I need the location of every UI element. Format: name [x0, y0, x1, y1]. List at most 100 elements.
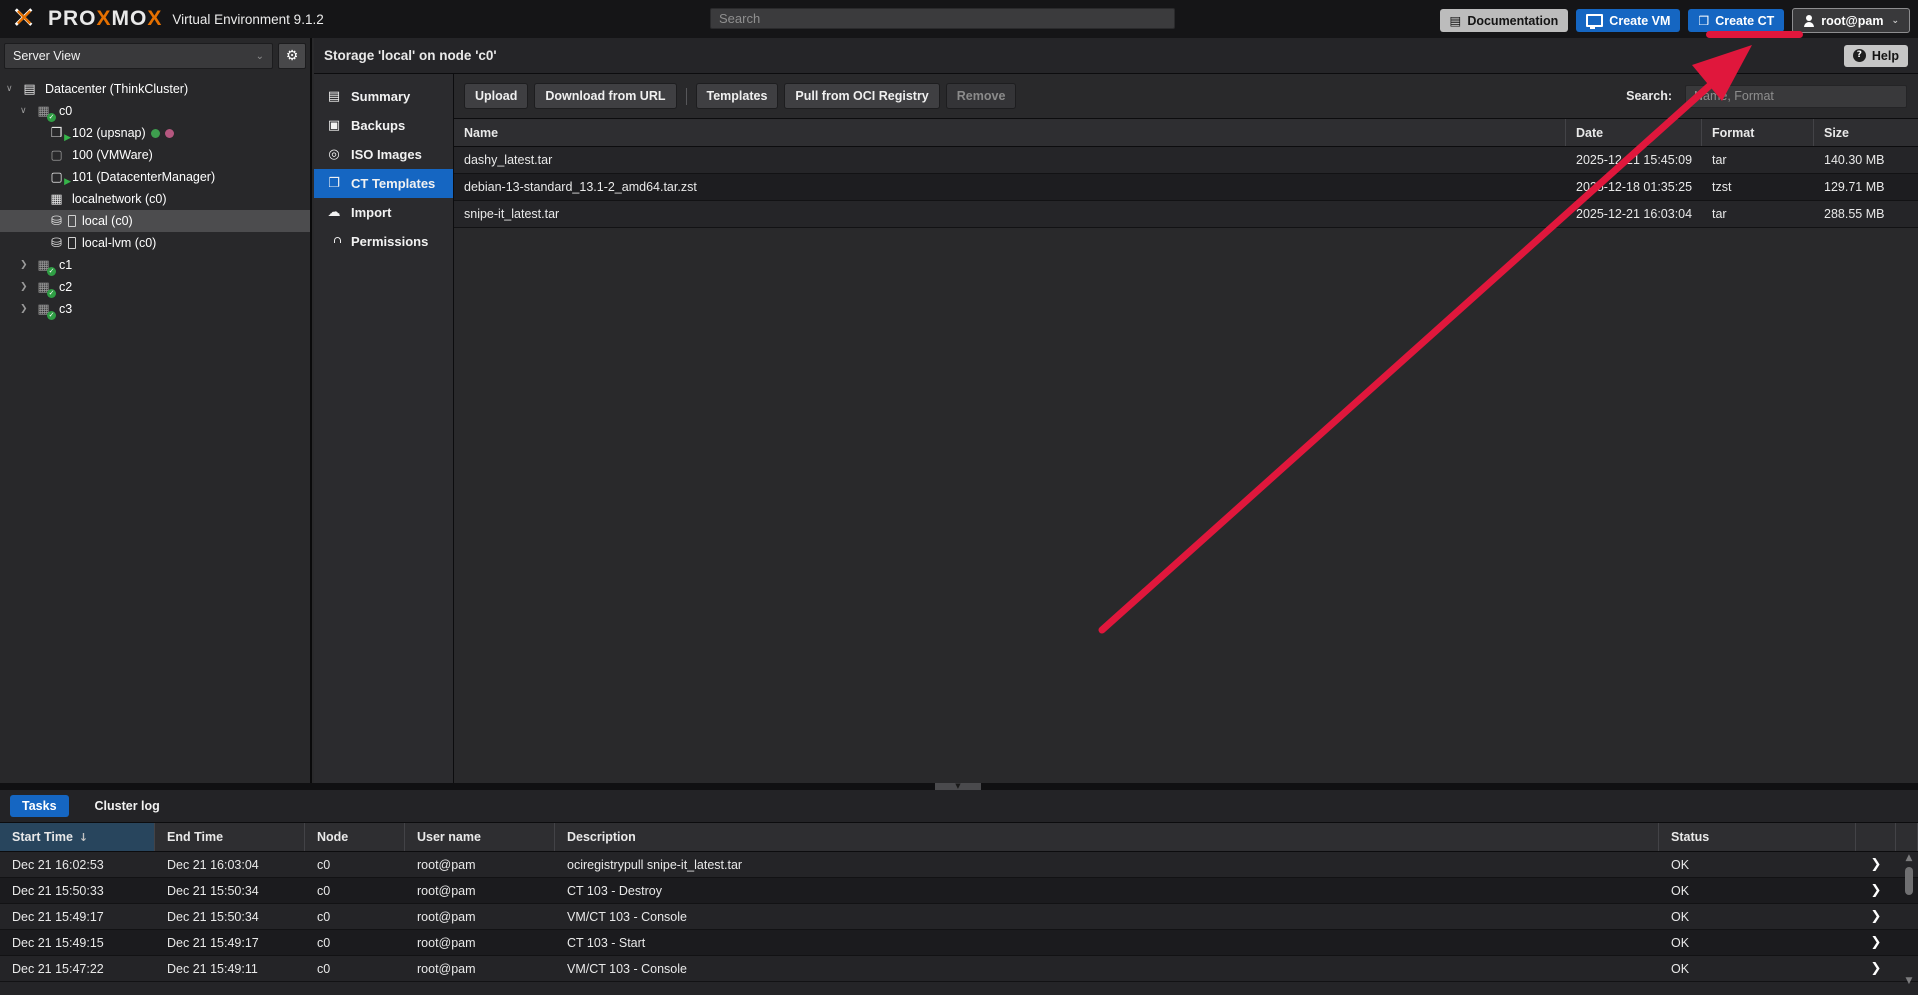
- help-button[interactable]: ? Help: [1844, 45, 1908, 67]
- column-header-format[interactable]: Format: [1702, 119, 1814, 146]
- cube-icon: ❒: [1698, 15, 1709, 27]
- view-selector[interactable]: Server View ⌄: [4, 43, 273, 69]
- running-icon: ▶: [64, 178, 71, 187]
- tree-item-vm-101[interactable]: ▢▶ 101 (DatacenterManager): [0, 166, 310, 188]
- documentation-button[interactable]: ▤ Documentation: [1440, 9, 1569, 32]
- tasks-panel: Tasks Cluster log Start Time ↓ End Time …: [0, 790, 1918, 995]
- menu-item-iso-images[interactable]: ◎ ISO Images: [314, 140, 453, 169]
- column-header-node[interactable]: Node: [305, 823, 405, 851]
- expand-icon[interactable]: ❯: [20, 260, 35, 270]
- content-panel: Storage 'local' on node 'c0' ? Help ▤ Su…: [314, 38, 1918, 783]
- table-row[interactable]: debian-13-standard_13.1-2_amd64.tar.zst …: [454, 174, 1918, 201]
- column-header-size[interactable]: Size: [1814, 119, 1918, 146]
- tasks-tabs: Tasks Cluster log: [0, 790, 1918, 823]
- status-ok-icon: ✓: [47, 113, 56, 122]
- expand-icon[interactable]: ❯: [20, 304, 35, 314]
- sidebar-header: Server View ⌄ ⚙: [0, 38, 310, 74]
- column-header-start-time[interactable]: Start Time ↓: [0, 823, 155, 851]
- collapse-icon[interactable]: ∨: [6, 84, 21, 94]
- status-ok-icon: ✓: [47, 267, 56, 276]
- scrollbar-thumb[interactable]: [1905, 867, 1913, 895]
- page-title: Storage 'local' on node 'c0': [324, 48, 497, 63]
- column-header-name[interactable]: Name: [454, 119, 1566, 146]
- proxmox-logo-icon: ✕ ✕: [10, 4, 44, 34]
- menu-item-import[interactable]: ☁ Import: [314, 198, 453, 227]
- menu-item-ct-templates[interactable]: ❐ CT Templates: [314, 169, 453, 198]
- column-header-end-time[interactable]: End Time: [155, 823, 305, 851]
- remove-button[interactable]: Remove: [946, 83, 1017, 109]
- vm-icon: ▢: [50, 148, 62, 163]
- task-row[interactable]: Dec 21 15:49:15 Dec 21 15:49:17 c0 root@…: [0, 930, 1918, 956]
- datacenter-icon: ▤: [23, 82, 35, 97]
- column-header-date[interactable]: Date: [1566, 119, 1702, 146]
- storage-icon: ⛁: [51, 214, 62, 229]
- table-row[interactable]: snipe-it_latest.tar 2025-12-21 16:03:04 …: [454, 201, 1918, 228]
- book-icon: ▤: [1450, 13, 1462, 28]
- topbar-actions: ▤ Documentation Create VM ❒ Create CT ro…: [1440, 8, 1911, 33]
- row-expand-chevron-icon[interactable]: ❯: [1856, 909, 1896, 924]
- tree-item-localnetwork[interactable]: ▦ localnetwork (c0): [0, 188, 310, 210]
- tree-item-vm-100[interactable]: ▢ 100 (VMWare): [0, 144, 310, 166]
- tasks-scrollbar[interactable]: ▲ ▼: [1902, 852, 1916, 987]
- status-value: OK: [1659, 962, 1856, 976]
- user-menu-button[interactable]: root@pam ⌄: [1792, 8, 1910, 33]
- pull-from-oci-registry-button[interactable]: Pull from OCI Registry: [784, 83, 939, 109]
- column-header-user-name[interactable]: User name: [405, 823, 555, 851]
- sort-desc-icon: ↓: [79, 831, 88, 844]
- network-icon: ▦: [50, 192, 62, 207]
- container-icon: ❒: [51, 126, 63, 141]
- status-ok-icon: ✓: [47, 289, 56, 298]
- chevron-down-icon: ⌄: [1891, 16, 1899, 26]
- upload-button[interactable]: Upload: [464, 83, 528, 109]
- task-row[interactable]: Dec 21 16:02:53 Dec 21 16:03:04 c0 root@…: [0, 852, 1918, 878]
- tree-item-node-c0[interactable]: ∨ ▦✓ c0: [0, 100, 310, 122]
- expand-icon[interactable]: ❯: [20, 282, 35, 292]
- task-row[interactable]: Dec 21 15:50:33 Dec 21 15:50:34 c0 root@…: [0, 878, 1918, 904]
- tag-dot-pink: [165, 129, 174, 138]
- tree-item-node-c3[interactable]: ❯ ▦✓ c3: [0, 298, 310, 320]
- global-search-input[interactable]: [710, 8, 1175, 29]
- tasks-table-header: Start Time ↓ End Time Node User name Des…: [0, 823, 1918, 852]
- column-header-description[interactable]: Description: [555, 823, 1659, 851]
- status-ok-icon: ✓: [47, 311, 56, 320]
- menu-item-permissions[interactable]: Permissions: [314, 227, 453, 256]
- templates-button[interactable]: Templates: [696, 83, 779, 109]
- template-filter-input[interactable]: [1685, 85, 1907, 108]
- tree-item-ct-102[interactable]: ❒▶ 102 (upsnap): [0, 122, 310, 144]
- collapse-icon[interactable]: ∨: [20, 106, 35, 116]
- row-expand-chevron-icon[interactable]: ❯: [1856, 857, 1896, 872]
- splitter-handle[interactable]: ▼: [935, 783, 981, 790]
- row-expand-chevron-icon[interactable]: ❯: [1856, 883, 1896, 898]
- status-value: OK: [1659, 936, 1856, 950]
- sidebar-settings-button[interactable]: ⚙: [278, 43, 306, 69]
- create-vm-button[interactable]: Create VM: [1576, 9, 1680, 32]
- tab-tasks[interactable]: Tasks: [10, 795, 69, 817]
- column-header-status[interactable]: Status: [1659, 823, 1856, 851]
- tree-item-storage-local-lvm[interactable]: ⛁ local-lvm (c0): [0, 232, 310, 254]
- menu-item-summary[interactable]: ▤ Summary: [314, 82, 453, 111]
- scroll-up-icon[interactable]: ▲: [1906, 852, 1913, 864]
- download-from-url-button[interactable]: Download from URL: [534, 83, 676, 109]
- table-row[interactable]: dashy_latest.tar 2025-12-21 15:45:09 tar…: [454, 147, 1918, 174]
- task-row[interactable]: Dec 21 15:47:22 Dec 21 15:49:11 c0 root@…: [0, 956, 1918, 982]
- menu-item-backups[interactable]: ▣ Backups: [314, 111, 453, 140]
- file-icon: [68, 237, 76, 249]
- column-header-expand: [1856, 823, 1896, 851]
- tab-cluster-log[interactable]: Cluster log: [83, 795, 172, 817]
- row-expand-chevron-icon[interactable]: ❯: [1856, 961, 1896, 976]
- sidebar: Server View ⌄ ⚙ ∨ ▤ Datacenter (ThinkClu…: [0, 38, 312, 783]
- tree-item-node-c2[interactable]: ❯ ▦✓ c2: [0, 276, 310, 298]
- status-value: OK: [1659, 858, 1856, 872]
- resource-tree: ∨ ▤ Datacenter (ThinkCluster) ∨ ▦✓ c0 ❒▶…: [0, 78, 310, 320]
- tree-item-storage-local[interactable]: ⛁ local (c0): [0, 210, 310, 232]
- row-expand-chevron-icon[interactable]: ❯: [1856, 935, 1896, 950]
- file-icon: [68, 215, 76, 227]
- summary-icon: ▤: [326, 89, 342, 104]
- tree-item-node-c1[interactable]: ❯ ▦✓ c1: [0, 254, 310, 276]
- tree-item-datacenter[interactable]: ∨ ▤ Datacenter (ThinkCluster): [0, 78, 310, 100]
- task-row[interactable]: Dec 21 15:49:17 Dec 21 15:50:34 c0 root@…: [0, 904, 1918, 930]
- create-ct-button[interactable]: ❒ Create CT: [1688, 9, 1784, 32]
- scroll-down-icon[interactable]: ▼: [1906, 975, 1913, 987]
- templates-table-header: Name Date Format Size: [454, 118, 1918, 147]
- status-value: OK: [1659, 884, 1856, 898]
